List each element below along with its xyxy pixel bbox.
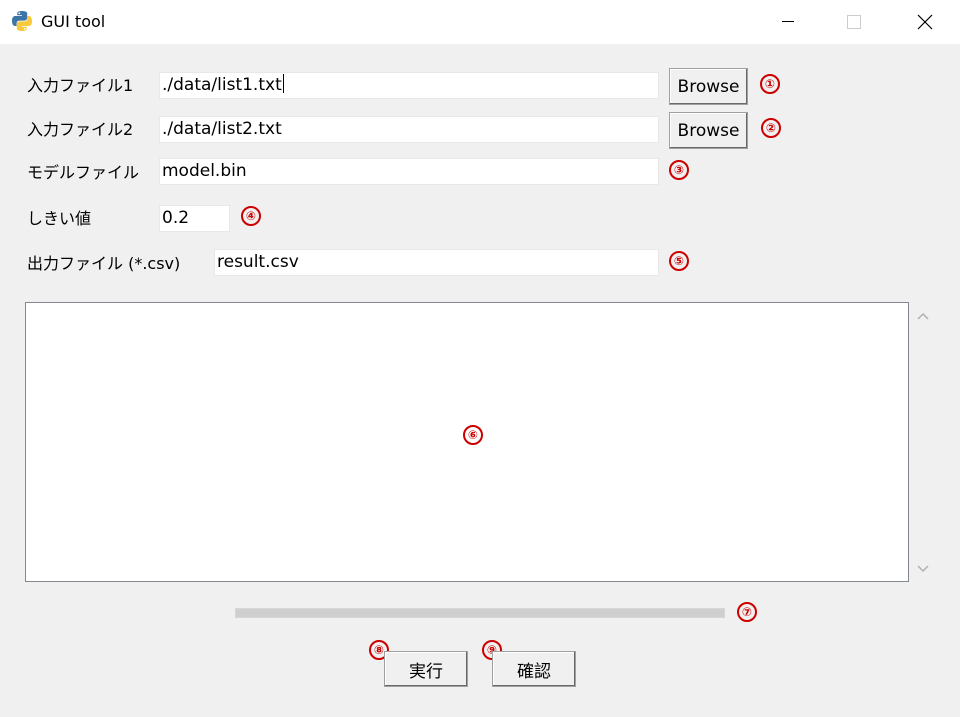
chevron-down-icon [917,565,929,573]
close-button[interactable] [902,0,948,44]
input-file-2-label: 入力ファイル2 [27,120,134,139]
progress-bar [235,608,725,618]
maximize-icon [847,15,861,29]
python-logo-icon [12,11,32,31]
minimize-icon [782,21,794,22]
annotation-marker-2: ② [761,118,781,138]
close-icon [917,14,933,30]
model-file-value: model.bin [162,161,247,181]
output-file-field[interactable]: result.csv [214,249,659,276]
annotation-marker-7: ⑦ [737,602,757,622]
scroll-up-button[interactable] [915,308,931,324]
input-file-2-value: ./data/list2.txt [162,119,282,139]
annotation-marker-1: ① [760,74,780,94]
scroll-down-button[interactable] [915,561,931,577]
annotation-marker-5: ⑤ [669,251,689,271]
annotation-marker-3: ③ [669,160,689,180]
app-window: GUI tool 入力ファイル1 ./data/list1.txt Browse… [0,0,960,717]
input-file-1-field[interactable]: ./data/list1.txt [159,72,659,99]
browse-button-2[interactable]: Browse [669,112,748,149]
output-file-label: 出力ファイル (*.csv) [27,254,181,273]
title-bar[interactable]: GUI tool [0,0,960,44]
threshold-label: しきい値 [27,209,92,228]
model-file-label: モデルファイル [27,163,140,182]
model-file-field[interactable]: model.bin [159,158,659,185]
threshold-value: 0.2 [162,208,190,228]
maximize-button[interactable] [831,0,877,44]
browse-button-1[interactable]: Browse [669,68,748,105]
input-file-1-label: 入力ファイル1 [27,76,134,95]
input-file-1-value: ./data/list1.txt [162,75,282,95]
minimize-button[interactable] [765,0,811,44]
threshold-field[interactable]: 0.2 [159,205,230,232]
annotation-marker-4: ④ [241,206,261,226]
confirm-button[interactable]: 確認 [492,651,576,687]
window-title: GUI tool [41,12,106,31]
chevron-up-icon [917,312,929,320]
input-file-2-field[interactable]: ./data/list2.txt [159,116,659,143]
run-button[interactable]: 実行 [384,651,468,687]
text-caret [282,74,284,93]
annotation-marker-6: ⑥ [463,425,483,445]
output-file-value: result.csv [217,252,299,272]
